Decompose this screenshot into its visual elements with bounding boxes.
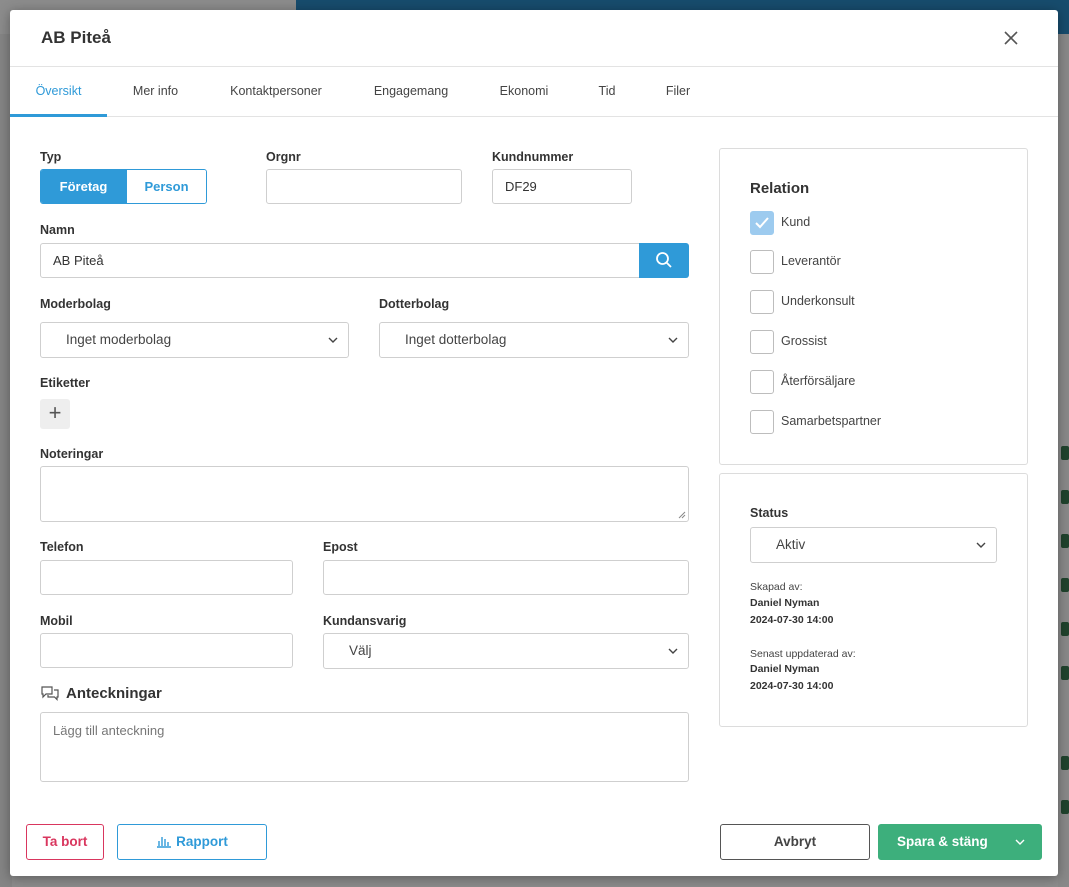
plus-icon: + [48, 400, 62, 425]
status-card: Status Aktiv Skapad av: Daniel Nyman 202… [719, 473, 1028, 727]
search-icon [656, 252, 672, 268]
chevron-down-icon [976, 542, 986, 548]
epost-input[interactable] [323, 560, 689, 595]
chat-bubbles-icon [41, 686, 59, 701]
kundansvarig-label: Kundansvarig [323, 614, 407, 628]
resize-handle-icon[interactable] [678, 511, 686, 519]
chevron-down-icon[interactable] [1015, 837, 1025, 847]
tab-oversikt[interactable]: Översikt [10, 67, 107, 117]
status-label: Status [750, 506, 789, 520]
report-label: Rapport [176, 834, 228, 849]
noteringar-label: Noteringar [40, 447, 104, 461]
relation-title: Relation [750, 180, 810, 197]
bar-chart-icon [157, 837, 172, 848]
kund-label: Kund [781, 215, 811, 229]
mobil-label: Mobil [40, 614, 73, 628]
grossist-label: Grossist [781, 334, 827, 348]
created-by-name: Daniel Nyman [750, 597, 820, 609]
namn-search-button[interactable] [639, 243, 689, 278]
tab-engagemang[interactable]: Engagemang [365, 67, 457, 117]
anteckningar-heading: Anteckningar [66, 685, 162, 702]
noteringar-textarea[interactable] [40, 466, 689, 522]
save-close-label: Spara & stäng [897, 834, 988, 849]
typ-label: Typ [40, 150, 62, 164]
chevron-down-icon [668, 648, 678, 654]
customer-modal: AB Piteå Översikt Mer info Kontaktperson… [10, 10, 1058, 876]
close-button[interactable] [1000, 27, 1022, 49]
tab-tid[interactable]: Tid [592, 67, 622, 117]
etiketter-label: Etiketter [40, 376, 91, 390]
kundnummer-label: Kundnummer [492, 150, 574, 164]
delete-button[interactable]: Ta bort [26, 824, 104, 860]
grossist-checkbox[interactable] [750, 330, 774, 354]
updated-by-label: Senast uppdaterad av: [750, 648, 856, 660]
updated-by-name: Daniel Nyman [750, 663, 820, 675]
moderbolag-label: Moderbolag [40, 297, 111, 311]
tab-mer-info[interactable]: Mer info [122, 67, 189, 117]
dotterbolag-value: Inget dotterbolag [405, 332, 507, 347]
status-value: Aktiv [776, 537, 806, 552]
dotterbolag-select[interactable]: Inget dotterbolag [379, 322, 689, 358]
save-close-button[interactable]: Spara & stäng [878, 824, 1042, 860]
aterforsaljare-label: Återförsäljare [781, 374, 856, 388]
telefon-label: Telefon [40, 540, 84, 554]
tab-filer[interactable]: Filer [660, 67, 696, 117]
updated-at: 2024-07-30 14:00 [750, 680, 834, 692]
underkonsult-label: Underkonsult [781, 294, 855, 308]
namn-input[interactable]: AB Piteå [40, 243, 640, 278]
typ-toggle: Företag Person [40, 169, 207, 204]
created-at: 2024-07-30 14:00 [750, 614, 834, 626]
samarbetspartner-label: Samarbetspartner [781, 414, 882, 428]
chevron-down-icon [328, 337, 338, 343]
created-by-label: Skapad av: [750, 581, 803, 593]
tab-bar: Översikt Mer info Kontaktpersoner Engage… [10, 67, 1058, 117]
cancel-button[interactable]: Avbryt [720, 824, 870, 860]
telefon-input[interactable] [40, 560, 293, 595]
orgnr-input[interactable] [266, 169, 462, 204]
tab-kontaktpersoner[interactable]: Kontaktpersoner [220, 67, 332, 117]
typ-person-button[interactable]: Person [126, 170, 206, 203]
samarbetspartner-checkbox[interactable] [750, 410, 774, 434]
add-tag-button[interactable]: + [40, 399, 70, 429]
relation-card: Relation Kund Leverantör Underkonsult Gr… [719, 148, 1028, 465]
aterforsaljare-checkbox[interactable] [750, 370, 774, 394]
leverantor-checkbox[interactable] [750, 250, 774, 274]
chevron-down-icon [668, 337, 678, 343]
namn-label: Namn [40, 223, 75, 237]
underkonsult-checkbox[interactable] [750, 290, 774, 314]
modal-header: AB Piteå [10, 10, 1058, 67]
kundnummer-input[interactable]: DF29 [492, 169, 632, 204]
moderbolag-value: Inget moderbolag [66, 332, 172, 347]
kundansvarig-select[interactable]: Välj [323, 633, 689, 669]
mobil-input[interactable] [40, 633, 293, 668]
modal-title: AB Piteå [41, 28, 111, 47]
close-icon [1004, 31, 1018, 45]
epost-label: Epost [323, 540, 358, 554]
checkmark-icon [755, 217, 769, 229]
typ-foretag-button[interactable]: Företag [41, 170, 126, 203]
orgnr-label: Orgnr [266, 150, 301, 164]
tab-ekonomi[interactable]: Ekonomi [492, 67, 556, 117]
kundansvarig-value: Välj [349, 643, 372, 658]
status-select[interactable]: Aktiv [750, 527, 997, 563]
dotterbolag-label: Dotterbolag [379, 297, 450, 311]
kund-checkbox[interactable] [750, 211, 774, 235]
leverantor-label: Leverantör [781, 254, 841, 268]
report-button[interactable]: Rapport [117, 824, 267, 860]
moderbolag-select[interactable]: Inget moderbolag [40, 322, 349, 358]
anteckning-input[interactable]: Lägg till anteckning [40, 712, 689, 782]
